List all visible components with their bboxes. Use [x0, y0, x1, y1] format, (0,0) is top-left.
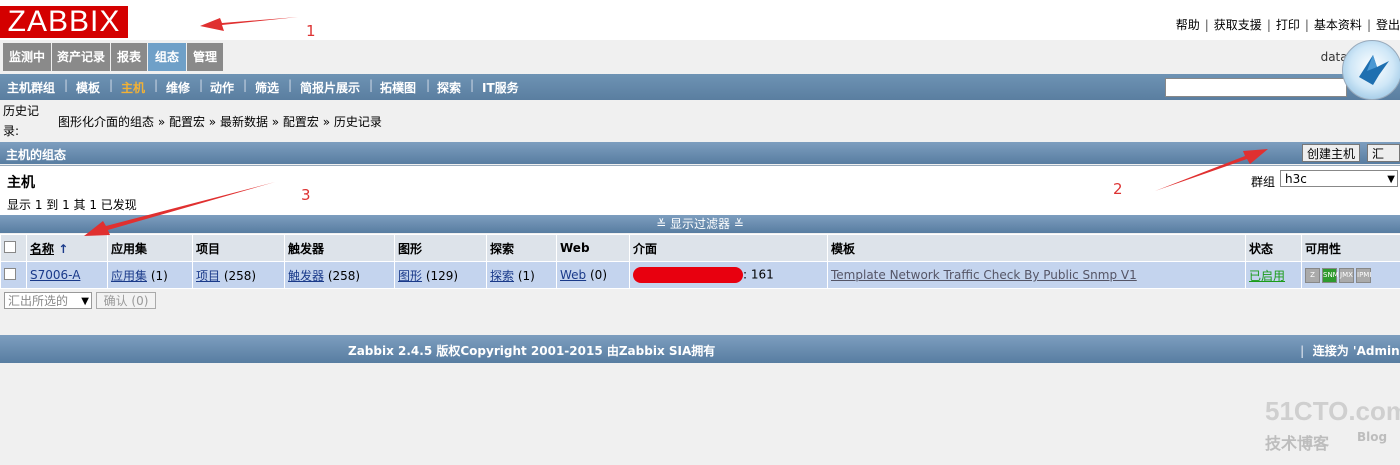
annotation-arrows	[84, 17, 1268, 236]
watermark-subtitle: 技术博客	[1265, 434, 1330, 453]
annotation-1: 1	[306, 22, 316, 40]
watermark-site: 51CTO.com	[1265, 396, 1400, 426]
watermark-blog: Blog	[1357, 430, 1388, 444]
annotation-2: 2	[1113, 180, 1123, 198]
annotation-3: 3	[301, 186, 311, 204]
